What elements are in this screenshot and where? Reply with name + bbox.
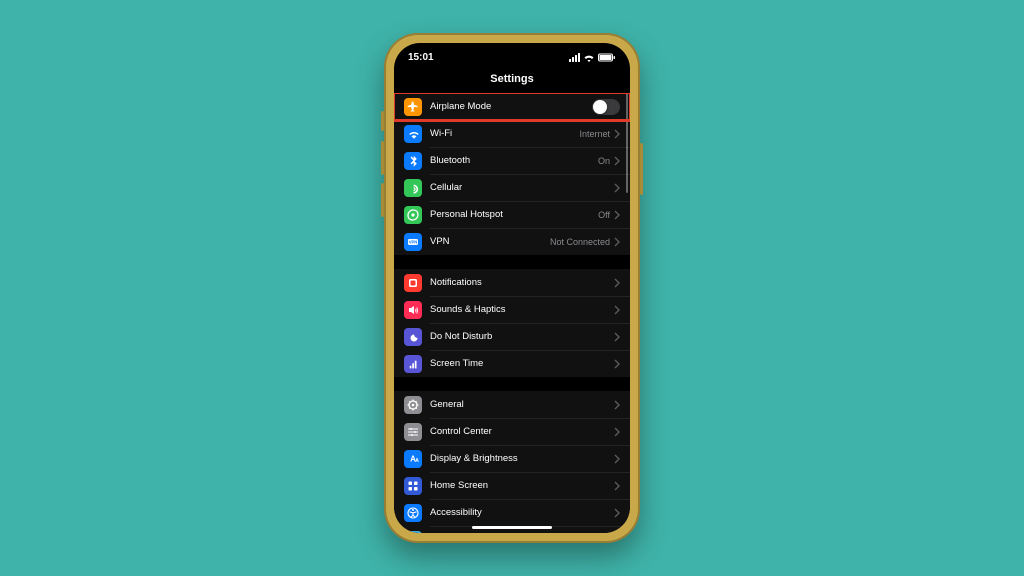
home-indicator[interactable] xyxy=(472,526,552,529)
general-icon xyxy=(404,396,422,414)
bluetooth-icon xyxy=(404,152,422,170)
sounds-icon xyxy=(404,301,422,319)
wifi-icon xyxy=(404,125,422,143)
row-label: Bluetooth xyxy=(430,155,598,166)
settings-row-sounds[interactable]: Sounds & Haptics xyxy=(394,296,630,323)
row-label: Accessibility xyxy=(430,507,614,518)
row-label: VPN xyxy=(430,236,550,247)
chevron-right-icon xyxy=(614,427,620,437)
chevron-right-icon xyxy=(614,278,620,288)
settings-row-controlcenter[interactable]: Control Center xyxy=(394,418,630,445)
notch xyxy=(458,43,566,63)
row-label: Personal Hotspot xyxy=(430,209,598,220)
row-label: Cellular xyxy=(430,182,614,193)
screen: 15:01 Settings Airplane Mode Wi-FiInterne… xyxy=(394,43,630,533)
row-label: Do Not Disturb xyxy=(430,331,614,342)
row-label: Wi-Fi xyxy=(430,128,579,139)
screentime-icon xyxy=(404,355,422,373)
chevron-right-icon xyxy=(614,332,620,342)
homescreen-icon xyxy=(404,477,422,495)
settings-row-vpn[interactable]: VPNNot Connected xyxy=(394,228,630,255)
row-label: Screen Time xyxy=(430,358,614,369)
row-label: Display & Brightness xyxy=(430,453,614,464)
settings-group-device: General Control Center Display & Brightnes… xyxy=(394,391,630,533)
notifications-icon xyxy=(404,274,422,292)
accessibility-icon xyxy=(404,504,422,522)
chevron-right-icon xyxy=(614,237,620,247)
volume-down-button xyxy=(381,183,384,217)
settings-row-homescreen[interactable]: Home Screen xyxy=(394,472,630,499)
row-value: On xyxy=(598,156,610,166)
settings-row-display[interactable]: Display & Brightness xyxy=(394,445,630,472)
hotspot-icon xyxy=(404,206,422,224)
row-label: Notifications xyxy=(430,277,614,288)
page-title: Settings xyxy=(394,69,630,93)
controlcenter-icon xyxy=(404,423,422,441)
settings-row-hotspot[interactable]: Personal HotspotOff xyxy=(394,201,630,228)
wallpaper-icon xyxy=(404,531,422,534)
chevron-right-icon xyxy=(614,305,620,315)
cellular-signal-icon xyxy=(569,53,580,62)
mute-switch xyxy=(381,111,384,131)
chevron-right-icon xyxy=(614,508,620,518)
row-value: Internet xyxy=(579,129,610,139)
row-label: Airplane Mode xyxy=(430,101,592,112)
display-icon xyxy=(404,450,422,468)
row-label: Sounds & Haptics xyxy=(430,304,614,315)
row-label: Home Screen xyxy=(430,480,614,491)
row-value: Not Connected xyxy=(550,237,610,247)
settings-group-connectivity: Airplane ModeWi-FiInternetBluetoothOnCel… xyxy=(394,93,630,255)
battery-status-icon xyxy=(598,53,616,62)
statusbar-right xyxy=(569,53,616,62)
stage: 15:01 Settings Airplane Mode Wi-FiInterne… xyxy=(0,0,1024,576)
dnd-icon xyxy=(404,328,422,346)
chevron-right-icon xyxy=(614,359,620,369)
chevron-right-icon xyxy=(614,129,620,139)
cellular-icon xyxy=(404,179,422,197)
settings-row-wifi[interactable]: Wi-FiInternet xyxy=(394,120,630,147)
row-label: Control Center xyxy=(430,426,614,437)
statusbar-time: 15:01 xyxy=(408,52,434,63)
chevron-right-icon xyxy=(614,454,620,464)
settings-row-dnd[interactable]: Do Not Disturb xyxy=(394,323,630,350)
vpn-icon xyxy=(404,233,422,251)
chevron-right-icon xyxy=(614,481,620,491)
row-value: Off xyxy=(598,210,610,220)
chevron-right-icon xyxy=(614,210,620,220)
volume-up-button xyxy=(381,141,384,175)
settings-row-bluetooth[interactable]: BluetoothOn xyxy=(394,147,630,174)
chevron-right-icon xyxy=(614,156,620,166)
settings-row-accessibility[interactable]: Accessibility xyxy=(394,499,630,526)
settings-row-general[interactable]: General xyxy=(394,391,630,418)
wifi-status-icon xyxy=(583,53,595,62)
chevron-right-icon xyxy=(614,183,620,193)
settings-group-prefs: Notifications Sounds & Haptics Do Not Dist… xyxy=(394,269,630,377)
power-button xyxy=(640,143,643,195)
settings-row-airplane[interactable]: Airplane Mode xyxy=(394,93,630,120)
settings-row-screentime[interactable]: Screen Time xyxy=(394,350,630,377)
phone-frame: 15:01 Settings Airplane Mode Wi-FiInterne… xyxy=(384,33,640,543)
airplane-toggle[interactable] xyxy=(592,99,620,115)
settings-row-notifications[interactable]: Notifications xyxy=(394,269,630,296)
chevron-right-icon xyxy=(614,400,620,410)
airplane-icon xyxy=(404,98,422,116)
settings-row-cellular[interactable]: Cellular xyxy=(394,174,630,201)
settings-list[interactable]: Airplane ModeWi-FiInternetBluetoothOnCel… xyxy=(394,93,630,533)
row-label: General xyxy=(430,399,614,410)
